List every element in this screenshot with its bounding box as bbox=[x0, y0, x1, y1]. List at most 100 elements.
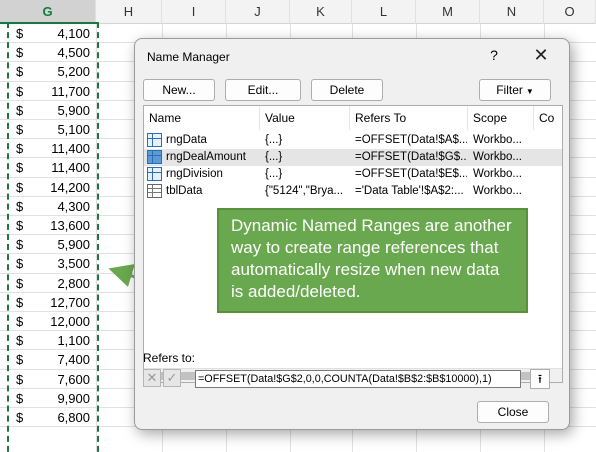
cell-value: 2,800 bbox=[57, 275, 90, 291]
col-header-refers-to[interactable]: Refers To bbox=[350, 106, 468, 130]
scope-cell: Workbo... bbox=[473, 151, 522, 163]
filter-label: Filter bbox=[496, 83, 523, 97]
deal-amount-cell[interactable]: $11,400 bbox=[8, 139, 96, 158]
column-header-g[interactable]: G bbox=[0, 0, 96, 24]
currency-symbol: $ bbox=[16, 179, 24, 195]
deal-amount-cell[interactable]: $1,100 bbox=[8, 331, 96, 350]
column-header-m[interactable]: M bbox=[416, 0, 480, 24]
cell-value: 11,400 bbox=[51, 160, 90, 176]
collapse-dialog-icon[interactable]: ⭱ bbox=[530, 369, 550, 389]
column-header-o[interactable]: O bbox=[544, 0, 596, 24]
column-header-i[interactable]: I bbox=[162, 0, 226, 24]
deal-amount-cell[interactable]: $11,400 bbox=[8, 158, 96, 177]
column-header-bar: G H I J K L M N O bbox=[0, 0, 596, 24]
cell-value: 4,500 bbox=[57, 45, 90, 61]
range-icon bbox=[147, 150, 162, 164]
deal-amount-cell[interactable]: $13,600 bbox=[8, 216, 96, 235]
currency-symbol: $ bbox=[16, 275, 24, 291]
new-button[interactable]: New... bbox=[143, 79, 215, 101]
currency-symbol: $ bbox=[16, 352, 24, 368]
cell-value: 11,400 bbox=[51, 141, 90, 157]
cell-value: 12,700 bbox=[50, 294, 90, 310]
deal-amount-cell[interactable]: $9,900 bbox=[8, 389, 96, 408]
dialog-titlebar[interactable]: Name Manager ? ✕ bbox=[135, 39, 569, 75]
scope-cell: Workbo... bbox=[473, 185, 522, 197]
range-icon bbox=[147, 167, 162, 181]
deal-amount-cell[interactable]: $14,200 bbox=[8, 178, 96, 197]
deal-amount-cell[interactable]: $5,900 bbox=[8, 235, 96, 254]
currency-symbol: $ bbox=[16, 160, 24, 176]
help-button[interactable]: ? bbox=[484, 47, 504, 63]
deal-amount-cell[interactable]: $12,700 bbox=[8, 293, 96, 312]
currency-symbol: $ bbox=[16, 26, 24, 41]
col-header-scope[interactable]: Scope bbox=[468, 106, 534, 130]
confirm-edit-icon[interactable]: ✓ bbox=[163, 369, 181, 387]
cell-value: 4,300 bbox=[57, 198, 90, 214]
deal-amount-cell[interactable]: $11,700 bbox=[8, 82, 96, 101]
name-list-row[interactable]: tblData {"5124","Brya... ='Data Table'!$A$… bbox=[144, 183, 562, 200]
currency-symbol: $ bbox=[16, 218, 24, 233]
cell-value: 1,100 bbox=[57, 333, 90, 349]
currency-symbol: $ bbox=[16, 122, 24, 137]
col-header-comment[interactable]: Co bbox=[534, 106, 562, 130]
deal-amount-cell[interactable]: $7,600 bbox=[8, 370, 96, 389]
column-header-k[interactable]: K bbox=[290, 0, 352, 24]
deal-amount-cell[interactable]: $5,100 bbox=[8, 120, 96, 139]
column-header-j[interactable]: J bbox=[226, 0, 290, 24]
deal-amount-cell[interactable]: $6,800 bbox=[8, 408, 96, 427]
edit-button[interactable]: Edit... bbox=[225, 79, 301, 101]
column-header-h[interactable]: H bbox=[96, 0, 162, 24]
currency-symbol: $ bbox=[16, 83, 24, 99]
currency-symbol: $ bbox=[16, 198, 24, 214]
value-cell: {...} bbox=[265, 168, 283, 180]
deal-amount-cell[interactable]: $7,400 bbox=[8, 350, 96, 369]
name-list-row[interactable]: rngDivision {...} =OFFSET(Data!$E$... Workb… bbox=[144, 166, 562, 183]
name-cell: rngData bbox=[166, 134, 207, 146]
currency-symbol: $ bbox=[16, 141, 24, 157]
refers-to-cell: ='Data Table'!$A$2:... bbox=[355, 185, 464, 197]
cell-value: 4,100 bbox=[57, 26, 90, 41]
filter-button[interactable]: Filter ▼ bbox=[479, 79, 551, 101]
deal-amount-cell[interactable]: $12,000 bbox=[8, 312, 96, 331]
refers-to-cell: =OFFSET(Data!$A$... bbox=[355, 134, 467, 146]
name-cell: rngDivision bbox=[166, 168, 223, 180]
currency-symbol: $ bbox=[16, 371, 24, 387]
deal-amount-cell[interactable]: $5,900 bbox=[8, 101, 96, 120]
cell-value: 13,600 bbox=[50, 218, 90, 233]
refers-to-label: Refers to: bbox=[143, 351, 196, 365]
deal-amount-cell[interactable]: $4,300 bbox=[8, 197, 96, 216]
currency-symbol: $ bbox=[16, 256, 24, 272]
cell-value: 5,900 bbox=[57, 102, 90, 118]
currency-symbol: $ bbox=[16, 314, 24, 329]
deal-amount-cell[interactable]: $5,200 bbox=[8, 62, 96, 81]
value-cell: {"5124","Brya... bbox=[265, 185, 344, 197]
value-cell: {...} bbox=[265, 151, 283, 163]
close-icon[interactable]: ✕ bbox=[527, 44, 555, 68]
refers-to-input[interactable]: =OFFSET(Data!$G$2,0,0,COUNTA(Data!$B$2:$… bbox=[195, 370, 521, 388]
deal-amount-cell[interactable]: $2,800 bbox=[8, 274, 96, 293]
cell-value: 12,000 bbox=[50, 314, 90, 329]
cell-value: 11,700 bbox=[51, 83, 90, 99]
delete-button[interactable]: Delete bbox=[311, 79, 383, 101]
caret-down-icon: ▼ bbox=[525, 87, 534, 96]
cell-value: 3,500 bbox=[57, 256, 90, 272]
currency-symbol: $ bbox=[16, 410, 24, 425]
name-list-row[interactable]: rngDealAmount {...} =OFFSET(Data!$G$... Wor… bbox=[144, 149, 562, 166]
col-header-value[interactable]: Value bbox=[260, 106, 350, 130]
deal-amount-cell[interactable]: $3,500 bbox=[8, 254, 96, 273]
cell-value: 7,600 bbox=[57, 371, 90, 387]
deal-amount-cell[interactable]: $4,500 bbox=[8, 43, 96, 62]
col-header-name[interactable]: Name bbox=[144, 106, 260, 130]
dialog-title: Name Manager bbox=[147, 50, 230, 64]
currency-symbol: $ bbox=[16, 294, 24, 310]
deal-amount-cell[interactable]: $4,100 bbox=[8, 24, 96, 43]
column-header-l[interactable]: L bbox=[352, 0, 416, 24]
close-button[interactable]: Close bbox=[477, 401, 549, 423]
name-cell: tblData bbox=[166, 185, 203, 197]
name-list-row[interactable]: rngData {...} =OFFSET(Data!$A$... Workbo... bbox=[144, 132, 562, 149]
currency-symbol: $ bbox=[16, 237, 24, 253]
cancel-edit-icon[interactable]: ✕ bbox=[143, 369, 161, 387]
currency-symbol: $ bbox=[16, 45, 24, 61]
scope-cell: Workbo... bbox=[473, 168, 522, 180]
column-header-n[interactable]: N bbox=[480, 0, 544, 24]
